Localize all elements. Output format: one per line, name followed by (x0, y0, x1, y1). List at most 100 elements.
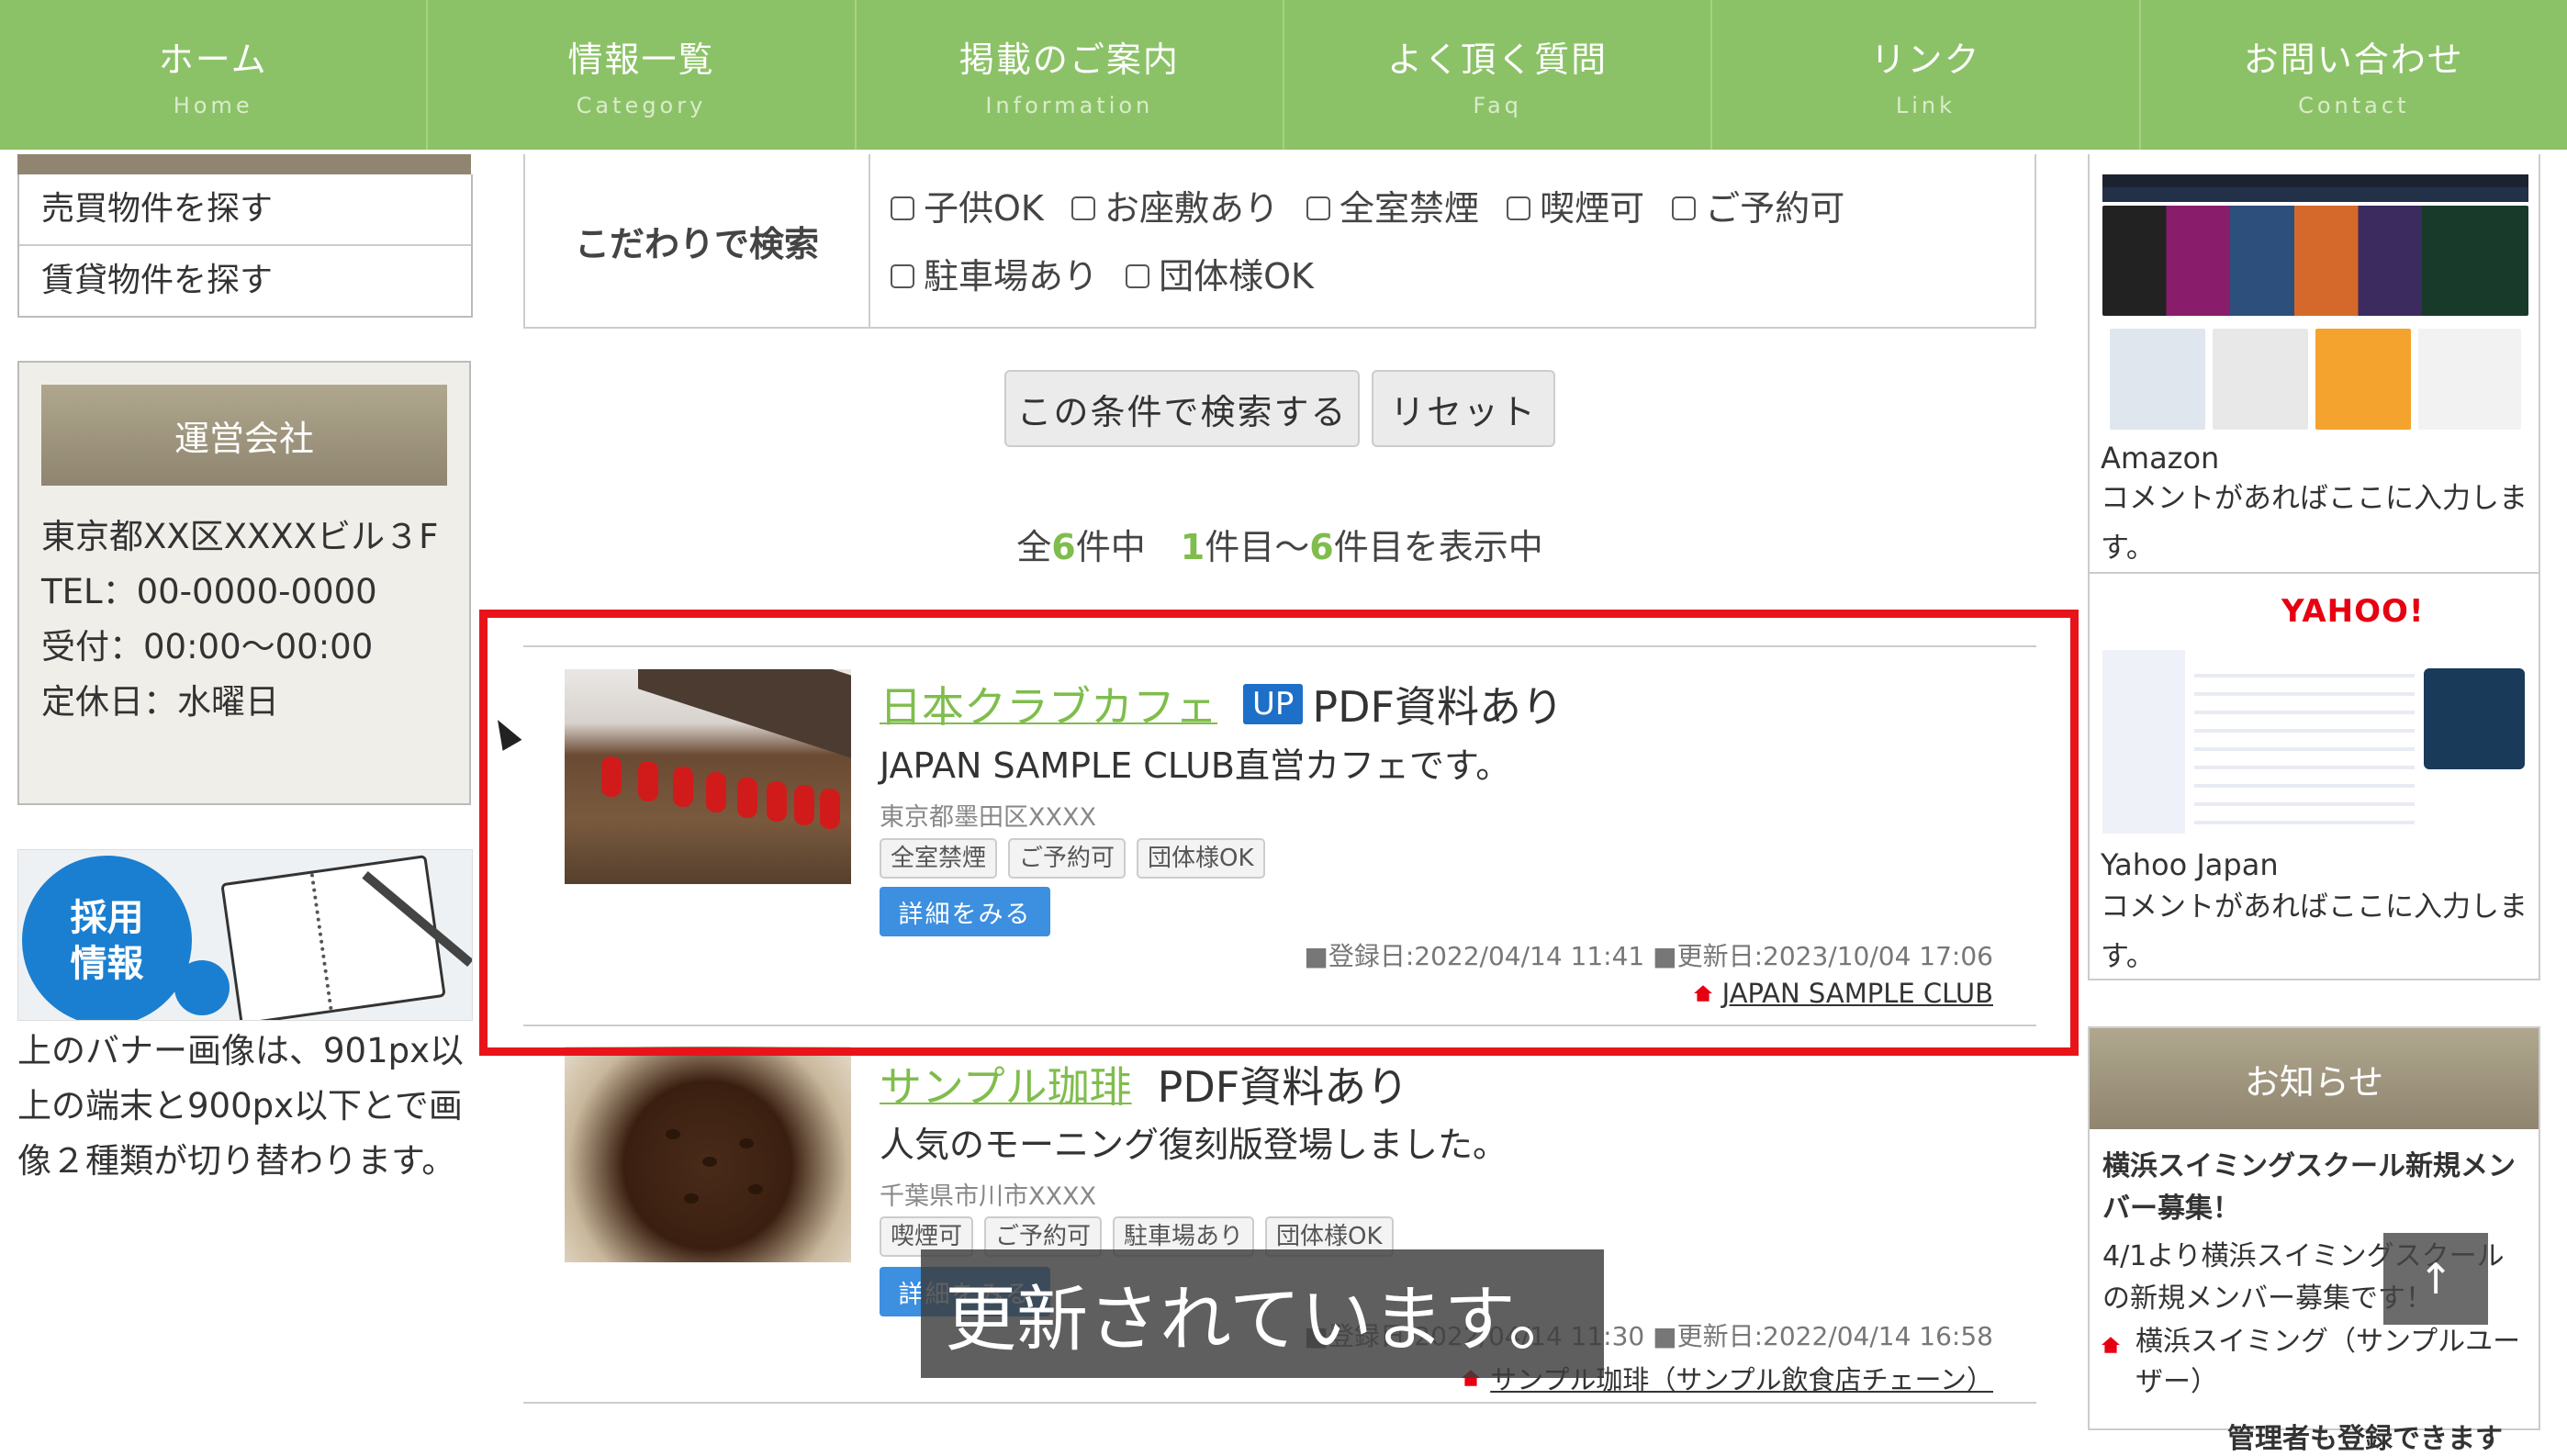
filter-options: 子供OK お座敷あり 全室禁煙 喫煙可 ご予約可 駐車場あり 団体様OK (891, 174, 2011, 310)
bean (666, 1129, 680, 1139)
bean (702, 1157, 717, 1167)
yahoo-screenshot[interactable]: YAHOO! (2102, 577, 2528, 843)
option-no-smoking[interactable]: 全室禁煙 (1306, 174, 1479, 242)
option-kids-ok[interactable]: 子供OK (891, 174, 1044, 242)
nav-faq[interactable]: よく頂く質問 Faq (1284, 0, 1713, 150)
pdf-note: PDF資料あり (1157, 1062, 1409, 1112)
listing-title-row: サンプル珈琲 PDF資料あり (880, 1054, 1408, 1114)
nav-contact[interactable]: お問い合わせ Contact (2141, 0, 2567, 150)
filter-box: こだわりで検索 子供OK お座敷あり 全室禁煙 喫煙可 ご予約可 駐車場あり 団… (523, 154, 2036, 329)
home-icon (2102, 1337, 2120, 1353)
nav-link[interactable]: リンク Link (1712, 0, 2141, 150)
count-text: 件中 (1075, 527, 1181, 567)
link-comment: コメントがあればここに入力します。 (2101, 482, 2528, 565)
option-tatami-room[interactable]: お座敷あり (1071, 174, 1279, 242)
nav-sublabel: Contact (2298, 93, 2410, 118)
nav-label: よく頂く質問 (1387, 39, 1609, 80)
yahoo-news (2194, 659, 2415, 834)
option-reservation[interactable]: ご予約可 (1672, 174, 1844, 242)
nav-label: お問い合わせ (2243, 39, 2464, 80)
option-label: 全室禁煙 (1340, 188, 1480, 229)
nav-sublabel: Faq (1473, 93, 1522, 118)
amazon-tile (2315, 329, 2411, 430)
nav-sublabel: Home (173, 93, 253, 118)
menu-buy-property[interactable]: 売買物件を探す (19, 174, 471, 246)
option-label: 喫煙可 (1540, 188, 1645, 229)
listing-thumbnail[interactable] (565, 1047, 851, 1262)
left-menu-header-bar (17, 154, 471, 174)
count-to: 6 (1309, 527, 1334, 567)
link-name[interactable]: Amazon (2101, 441, 2219, 476)
option-label: ご予約可 (1705, 188, 1845, 229)
checkbox[interactable] (1126, 264, 1150, 288)
checkbox[interactable] (1071, 196, 1095, 220)
bean (748, 1184, 763, 1194)
checkbox[interactable] (1507, 196, 1531, 220)
link-name[interactable]: Yahoo Japan (2101, 847, 2279, 882)
banner-note: 上のバナー画像は、901px以上の端末と900px以下とで画像２種類が切り替わり… (17, 1031, 465, 1181)
option-label: お座敷あり (1104, 188, 1279, 229)
listing-address: 千葉県市川市XXXX (880, 1182, 1096, 1211)
search-button[interactable]: この条件で検索する (1004, 370, 1360, 447)
nav-sublabel: Category (576, 93, 707, 118)
option-label: 団体様OK (1159, 256, 1314, 297)
divider (523, 1402, 2036, 1404)
news-more: 管理者も登録できます (2227, 1423, 2503, 1455)
top-navigation: ホーム Home 情報一覧 Category 掲載のご案内 Information よ… (0, 0, 2567, 150)
yahoo-logo-text: YAHOO! (2281, 593, 2425, 630)
bean (684, 1193, 699, 1204)
yahoo-ad (2424, 668, 2525, 769)
video-caption: 更新されています。 (921, 1249, 1604, 1378)
checkbox[interactable] (891, 196, 914, 220)
company-address: 東京都XX区XXXXビル３F (41, 517, 439, 556)
news-item-owner-row[interactable]: 横浜スイミング（サンプルユーザー） (2102, 1322, 2526, 1403)
bean (739, 1138, 754, 1148)
amazon-screenshot[interactable] (2102, 174, 2528, 441)
amazon-tile (2418, 329, 2521, 430)
amazon-banner (2102, 206, 2528, 316)
menu-rent-property[interactable]: 賃貸物件を探す (19, 246, 471, 316)
filter-label: こだわりで検索 (525, 154, 870, 327)
checkbox[interactable] (1672, 196, 1697, 220)
news-heading: お知らせ (2090, 1028, 2539, 1129)
option-groups-ok[interactable]: 団体様OK (1126, 242, 1314, 310)
nav-sublabel: Link (1895, 93, 1956, 118)
count-from: 1 (1180, 527, 1205, 567)
divider (2090, 572, 2539, 574)
highlight-box (479, 610, 2079, 1056)
nav-label: ホーム (158, 39, 268, 80)
recruit-badge: 採用 情報 (22, 856, 192, 1020)
listing-name-link[interactable]: サンプル珈琲 (880, 1054, 1132, 1114)
link-comment: コメントがあればここに入力します。 (2101, 890, 2528, 973)
company-tel: TEL：00-0000-0000 (41, 572, 377, 611)
nav-label: 情報一覧 (567, 39, 715, 80)
news-item-title[interactable]: 横浜スイミングスクール新規メンバー募集！ (2102, 1146, 2526, 1230)
recruit-badge-text: 採用 情報 (70, 896, 144, 985)
count-text: 件目〜 (1205, 527, 1310, 567)
listing-description: 人気のモーニング復刻版登場しました。 (880, 1125, 1508, 1165)
count-text: 件目を表示中 (1333, 527, 1543, 567)
recruit-banner[interactable]: 採用 情報 (17, 849, 473, 1021)
option-label: 子供OK (924, 188, 1044, 229)
news-item-owner[interactable]: 横浜スイミング（サンプルユーザー） (2135, 1326, 2520, 1398)
company-heading: 運営会社 (41, 385, 447, 486)
checkbox[interactable] (1306, 196, 1331, 220)
nav-category[interactable]: 情報一覧 Category (428, 0, 857, 150)
option-smoking-ok[interactable]: 喫煙可 (1507, 174, 1644, 242)
amazon-tile (2110, 329, 2205, 430)
nav-sublabel: Information (985, 93, 1154, 118)
property-search-menu: 売買物件を探す 賃貸物件を探す (17, 174, 473, 318)
reset-button[interactable]: リセット (1372, 370, 1555, 447)
result-count: 全6件中 1件目〜6件目を表示中 (523, 519, 2036, 569)
company-info-box: 運営会社 東京都XX区XXXXビル３F TEL：00-0000-0000 受付：… (17, 361, 471, 805)
nav-information[interactable]: 掲載のご案内 Information (857, 0, 1284, 150)
nav-label: リンク (1870, 39, 1981, 80)
checkbox[interactable] (891, 264, 914, 288)
amazon-tile (2213, 329, 2308, 430)
nav-label: 掲載のご案内 (958, 39, 1180, 80)
back-to-top-button[interactable]: ↑ (2383, 1233, 2488, 1325)
company-holiday: 定休日：水曜日 (41, 682, 279, 722)
nav-home[interactable]: ホーム Home (0, 0, 429, 150)
company-details: 東京都XX区XXXXビル３F TEL：00-0000-0000 受付：00:00… (41, 510, 449, 730)
option-parking[interactable]: 駐車場あり (891, 242, 1098, 310)
